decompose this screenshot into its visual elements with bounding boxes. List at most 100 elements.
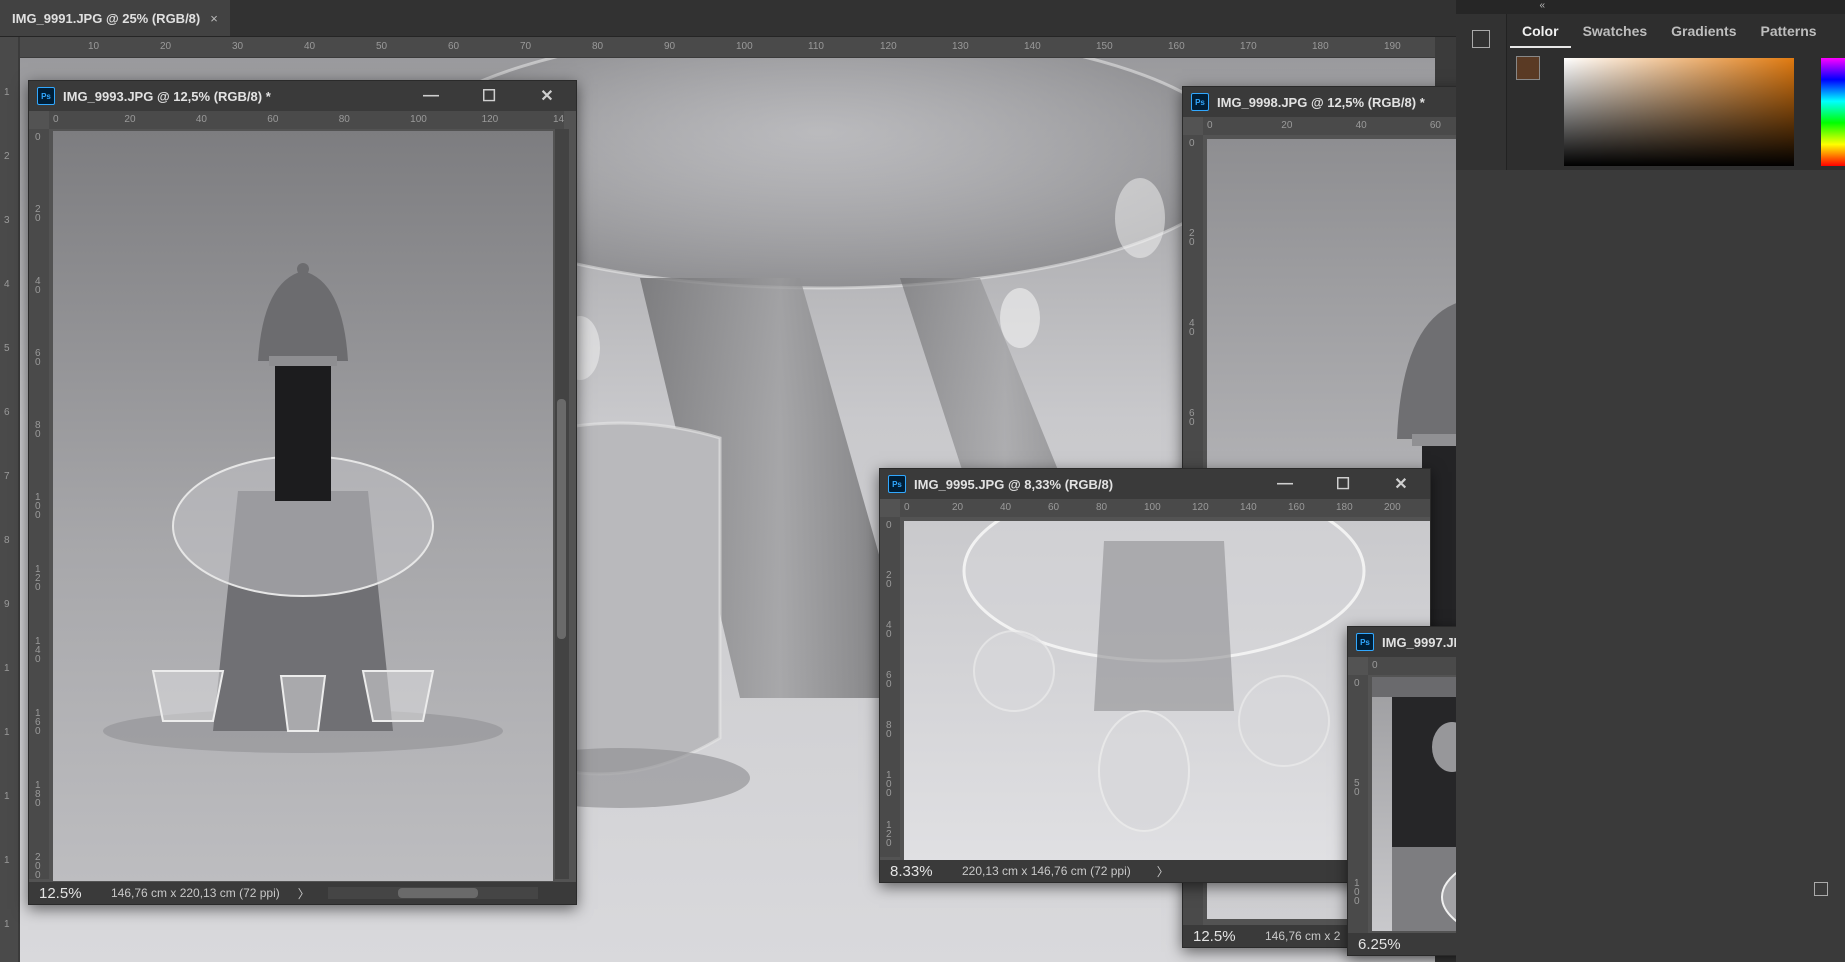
hue-slider[interactable] xyxy=(1821,58,1845,166)
maximize-button[interactable]: ☐ xyxy=(460,81,518,111)
tab-gradients[interactable]: Gradients xyxy=(1659,14,1748,48)
color-spectrum-picker[interactable] xyxy=(1564,58,1794,166)
ruler-tick: 1 xyxy=(4,727,10,738)
ruler-tick: 180 xyxy=(1336,502,1353,513)
horizontal-scrollbar[interactable] xyxy=(327,887,538,899)
ruler-tick: 170 xyxy=(1240,41,1257,52)
lock-icon[interactable] xyxy=(1814,882,1828,896)
ruler-tick: 70 xyxy=(520,41,532,52)
ruler-tick: 90 xyxy=(664,41,676,52)
status-menu-arrow[interactable]: 〉 xyxy=(298,885,310,902)
status-menu-arrow[interactable]: 〉 xyxy=(1157,863,1169,880)
ruler-tick: 60 xyxy=(35,348,41,368)
document-window-img-9993[interactable]: Ps IMG_9993.JPG @ 12,5% (RGB/8) * — ☐ ✕ … xyxy=(28,80,577,905)
ruler-tick: 200 xyxy=(1384,502,1401,513)
panel-tabs: Color Swatches Gradients Patterns xyxy=(1510,14,1829,48)
ruler-tick: 120 xyxy=(35,564,41,593)
ruler-tick: 1 xyxy=(4,791,10,802)
ruler-tick: 60 xyxy=(1048,502,1060,513)
ruler-tick: 0 xyxy=(886,520,892,531)
ruler-tick: 40 xyxy=(1355,120,1367,131)
ruler-tick: 130 xyxy=(952,41,969,52)
ruler-tick: 60 xyxy=(267,114,279,125)
ruler-tick: 6 xyxy=(4,407,10,418)
ruler-tick: 0 xyxy=(53,114,59,125)
ruler-tick: 160 xyxy=(1168,41,1185,52)
minimize-button[interactable]: — xyxy=(1256,469,1314,499)
zoom-level[interactable]: 6.25% xyxy=(1358,936,1430,953)
ruler-tick: 100 xyxy=(886,770,892,799)
ruler-tick: 0 xyxy=(1354,678,1360,689)
ruler-tick: 0 xyxy=(1372,660,1378,671)
maximize-button[interactable]: ☐ xyxy=(1314,469,1372,499)
ruler-tick: 20 xyxy=(124,114,136,125)
ruler-tick: 1 xyxy=(4,87,10,98)
ruler-tick: 180 xyxy=(35,780,41,809)
ruler-tick: 20 xyxy=(952,502,964,513)
ruler-tick: 1 xyxy=(4,919,10,930)
ruler-tick: 0 xyxy=(1207,120,1213,131)
minimize-button[interactable]: — xyxy=(402,81,460,111)
teapot-photo xyxy=(103,263,503,753)
ruler-tick: 100 xyxy=(1144,502,1161,513)
ruler-tick: 1 xyxy=(4,855,10,866)
ruler-tick: 120 xyxy=(880,41,897,52)
ruler-tick: 150 xyxy=(1096,41,1113,52)
ruler-tick: 5 xyxy=(4,343,10,354)
document-size: 220,13 cm x 146,76 cm (72 ppi) xyxy=(962,864,1131,878)
scrollbar-thumb[interactable] xyxy=(397,888,478,898)
ruler-tick: 80 xyxy=(338,114,350,125)
tab-swatches[interactable]: Swatches xyxy=(1571,14,1660,48)
ruler-tick: 3 xyxy=(4,215,10,226)
tab-img-9991[interactable]: IMG_9991.JPG @ 25% (RGB/8) × xyxy=(0,0,230,36)
ruler-tick: 180 xyxy=(1312,41,1329,52)
ruler-tick: 120 xyxy=(1192,502,1209,513)
photoshop-icon: Ps xyxy=(1191,93,1209,111)
window-title: IMG_9998.JPG @ 12,5% (RGB/8) * xyxy=(1217,94,1425,110)
vertical-scrollbar[interactable] xyxy=(555,129,569,879)
tab-close-icon[interactable]: × xyxy=(210,11,218,26)
ruler-tick: 20 xyxy=(35,204,41,224)
ruler-tick: 50 xyxy=(1354,778,1360,798)
document-photo[interactable] xyxy=(53,131,553,881)
ruler-tick: 60 xyxy=(1429,120,1441,131)
vertical-ruler: 0 20 40 60 80 100 120 xyxy=(880,517,900,857)
close-button[interactable]: ✕ xyxy=(518,81,576,111)
panel-collapse-icon[interactable]: « xyxy=(1456,0,1845,14)
scrollbar-thumb[interactable] xyxy=(557,399,566,639)
document-tab-bar: IMG_9991.JPG @ 25% (RGB/8) × xyxy=(0,0,1456,37)
foreground-color-swatch[interactable] xyxy=(1516,56,1540,80)
ruler-tick: 40 xyxy=(35,276,41,296)
ruler-tick: 4 xyxy=(4,279,10,290)
window-titlebar[interactable]: Ps IMG_9993.JPG @ 12,5% (RGB/8) * — ☐ ✕ xyxy=(29,81,576,111)
ruler-tick: 80 xyxy=(886,720,892,740)
ruler-tick: 20 xyxy=(160,41,172,52)
history-icon[interactable] xyxy=(1472,30,1490,48)
horizontal-ruler: 0 20 40 60 80 100 120 140 160 180 200 xyxy=(900,499,1430,517)
zoom-level[interactable]: 12.5% xyxy=(1193,928,1265,945)
main-vertical-ruler: 1 2 3 4 5 6 7 8 9 1 1 1 1 1 xyxy=(0,37,18,962)
ruler-tick: 100 xyxy=(35,492,41,521)
zoom-level[interactable]: 8.33% xyxy=(890,863,962,880)
tab-title: IMG_9991.JPG @ 25% (RGB/8) xyxy=(12,10,201,26)
ruler-tick: 110 xyxy=(808,41,824,52)
color-panel: « xyxy=(1456,0,1845,962)
ruler-tick: 1 xyxy=(4,663,10,674)
window-titlebar[interactable]: Ps IMG_9995.JPG @ 8,33% (RGB/8) — ☐ ✕ xyxy=(880,469,1430,499)
tab-patterns[interactable]: Patterns xyxy=(1749,14,1829,48)
ruler-tick: 10 xyxy=(88,41,100,52)
ruler-tick: 9 xyxy=(4,599,10,610)
close-button[interactable]: ✕ xyxy=(1372,469,1430,499)
ruler-tick: 2 xyxy=(4,151,10,162)
ruler-tick: 140 xyxy=(1240,502,1257,513)
ruler-tick: 100 xyxy=(410,114,427,125)
ruler-tick: 190 xyxy=(1384,41,1401,52)
ruler-tick: 140 xyxy=(1024,41,1041,52)
ruler-tick: 160 xyxy=(1288,502,1305,513)
tab-color[interactable]: Color xyxy=(1510,14,1571,48)
ruler-tick: 40 xyxy=(886,620,892,640)
ruler-tick: 40 xyxy=(1000,502,1012,513)
horizontal-ruler: 0 20 40 60 80 100 120 140 xyxy=(49,111,564,129)
ruler-tick: 40 xyxy=(1189,318,1195,338)
zoom-level[interactable]: 12.5% xyxy=(39,885,111,902)
